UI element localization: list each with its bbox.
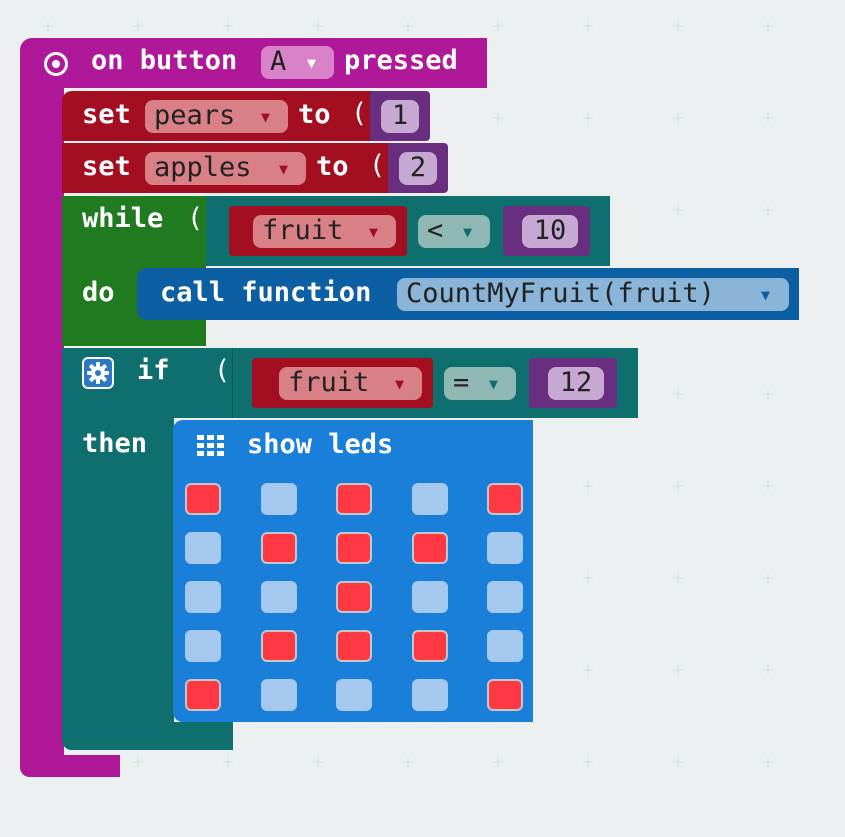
- function-dropdown[interactable]: CountMyFruit(fruit) ▼: [397, 278, 789, 311]
- gear-icon[interactable]: [82, 357, 114, 389]
- while-keyword: while: [82, 203, 164, 234]
- if-then-body: [62, 414, 174, 750]
- number-value[interactable]: 2: [399, 152, 437, 185]
- show-leds-label: show leds: [247, 429, 394, 460]
- target-icon: [44, 52, 68, 76]
- event-block-body-arm: [20, 85, 64, 777]
- variable-name: apples: [154, 152, 252, 183]
- led-cell[interactable]: [260, 679, 297, 711]
- if-keyword: if: [137, 355, 170, 386]
- set-keyword: set: [82, 151, 131, 182]
- led-cell[interactable]: [336, 581, 372, 613]
- led-cell[interactable]: [487, 532, 523, 564]
- led-cell[interactable]: [185, 483, 221, 515]
- do-keyword: do: [82, 277, 115, 308]
- chevron-down-icon: ▼: [395, 375, 405, 393]
- led-cell[interactable]: [185, 679, 221, 711]
- chevron-down-icon: ▼: [761, 286, 771, 304]
- chevron-down-icon: ▼: [279, 160, 289, 178]
- led-cell[interactable]: [185, 581, 221, 613]
- operator-value: =: [453, 367, 470, 398]
- led-cell[interactable]: [487, 581, 523, 613]
- event-block-footer: [20, 755, 120, 777]
- led-cell[interactable]: [336, 483, 372, 515]
- button-value: A: [270, 46, 287, 77]
- led-cell[interactable]: [487, 483, 523, 515]
- led-cell[interactable]: [336, 630, 372, 662]
- operator-dropdown-equals[interactable]: = ▼: [444, 367, 516, 400]
- variable-name: fruit: [288, 367, 370, 398]
- led-cell[interactable]: [411, 679, 448, 711]
- number-value[interactable]: 12: [548, 367, 604, 400]
- led-cell[interactable]: [336, 679, 372, 711]
- led-cell[interactable]: [185, 532, 221, 564]
- chevron-down-icon: ▼: [307, 54, 317, 72]
- led-cell[interactable]: [260, 483, 297, 515]
- variable-name: pears: [154, 100, 236, 131]
- led-cell[interactable]: [411, 483, 448, 515]
- show-leds-block[interactable]: [173, 420, 533, 722]
- led-cell[interactable]: [487, 679, 523, 711]
- led-cell[interactable]: [260, 581, 297, 613]
- if-footer: [62, 722, 233, 750]
- variable-dropdown-pears[interactable]: pears ▼: [145, 100, 288, 133]
- led-cell[interactable]: [260, 630, 297, 662]
- led-cell[interactable]: [260, 532, 297, 564]
- socket-bracket: (: [214, 355, 231, 386]
- operator-value: <: [427, 215, 444, 246]
- socket-bracket: (: [351, 98, 368, 129]
- led-cell[interactable]: [185, 630, 221, 662]
- led-cell[interactable]: [487, 630, 523, 662]
- grid-icon: [197, 435, 225, 457]
- button-dropdown[interactable]: A ▼: [261, 46, 334, 79]
- then-keyword: then: [82, 428, 148, 459]
- variable-dropdown-apples[interactable]: apples ▼: [145, 152, 306, 185]
- socket-bracket: (: [369, 150, 386, 181]
- number-value[interactable]: 1: [381, 100, 419, 133]
- chevron-down-icon: ▼: [489, 375, 499, 393]
- led-cell[interactable]: [411, 581, 448, 613]
- function-name: CountMyFruit(fruit): [406, 278, 715, 309]
- number-value[interactable]: 10: [522, 215, 578, 248]
- to-keyword: to: [298, 99, 331, 130]
- to-keyword: to: [316, 151, 349, 182]
- variable-dropdown-fruit[interactable]: fruit ▼: [279, 367, 422, 400]
- chevron-down-icon: ▼: [261, 108, 271, 126]
- operator-dropdown-less[interactable]: < ▼: [418, 215, 490, 248]
- call-function-label: call function: [160, 277, 372, 308]
- event-label-prefix: on button: [91, 45, 238, 76]
- socket-bracket: (: [187, 203, 204, 234]
- led-cell[interactable]: [411, 532, 448, 564]
- variable-name: fruit: [262, 215, 344, 246]
- led-cell[interactable]: [336, 532, 372, 564]
- chevron-down-icon: ▼: [463, 223, 473, 241]
- led-cell[interactable]: [411, 630, 448, 662]
- variable-dropdown-fruit[interactable]: fruit ▼: [253, 215, 396, 248]
- event-label-suffix: pressed: [344, 45, 458, 76]
- set-keyword: set: [82, 99, 131, 130]
- chevron-down-icon: ▼: [369, 223, 379, 241]
